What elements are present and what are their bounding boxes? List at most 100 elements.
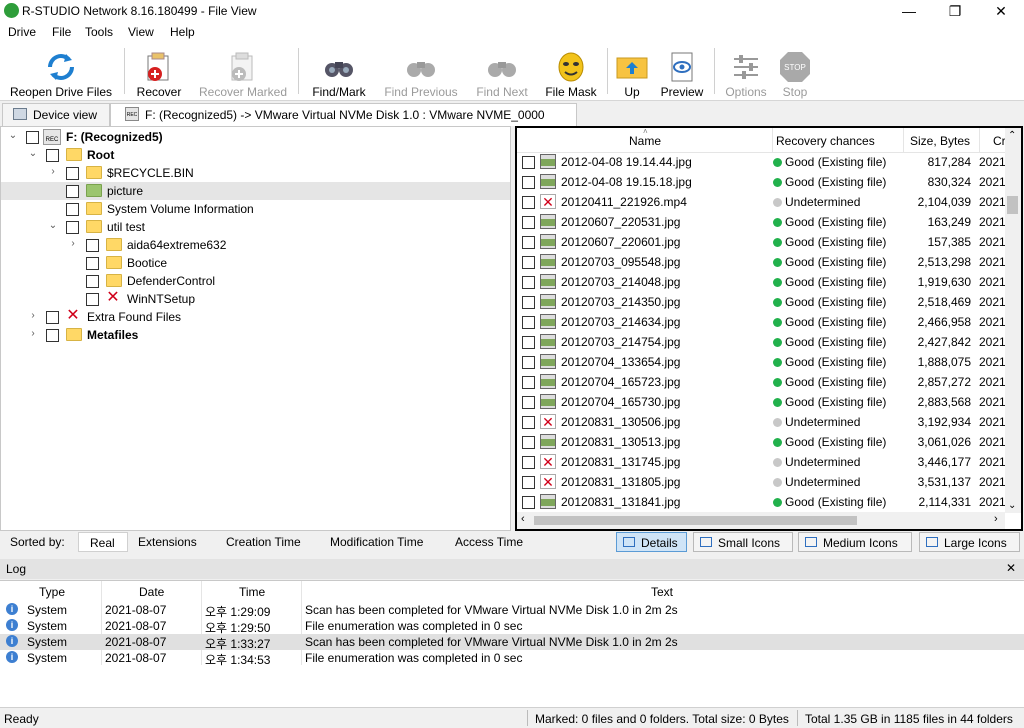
file-row[interactable]: 2012-04-08 19.14.44.jpg Good (Existing fi… (517, 152, 1021, 172)
file-row[interactable]: ✕ 20120411_221926.mp4 Undetermined 2,104,03… (517, 192, 1021, 212)
expand-icon[interactable]: › (27, 328, 39, 340)
file-row[interactable]: 20120703_095548.jpg Good (Existing file) 2… (517, 252, 1021, 272)
stop-button[interactable]: STOP Stop (774, 46, 816, 100)
tree-checkbox[interactable] (66, 185, 79, 198)
find-mark-button[interactable]: Find/Mark (306, 46, 372, 100)
log-row[interactable]: i System 2021-08-07 오후 1:29:50 File enumerat… (0, 618, 1024, 635)
log-row[interactable]: i System 2021-08-07 오후 1:29:09 Scan has been… (0, 602, 1024, 619)
sort-creation-time[interactable]: Creation Time (218, 532, 318, 552)
collapse-icon[interactable]: ⌄ (27, 148, 39, 160)
file-checkbox[interactable] (522, 156, 535, 169)
view-details-button[interactable]: Details (616, 532, 687, 552)
file-checkbox[interactable] (522, 256, 535, 269)
file-row[interactable]: 20120703_214350.jpg Good (Existing file) 2… (517, 292, 1021, 312)
sort-real[interactable]: Real (78, 532, 128, 552)
file-row[interactable]: 20120831_130513.jpg Good (Existing file) 3… (517, 432, 1021, 452)
scroll-thumb[interactable] (534, 516, 857, 525)
log-column-text[interactable]: Text (651, 585, 673, 599)
find-next-button[interactable]: Find Next (470, 46, 534, 100)
tree-checkbox[interactable] (66, 221, 79, 234)
file-mask-button[interactable]: File Mask (540, 46, 602, 100)
tree-checkbox[interactable] (66, 167, 79, 180)
tree-item-system-volume-information[interactable]: System Volume Information (1, 200, 510, 218)
file-row[interactable]: 20120703_214634.jpg Good (Existing file) 2… (517, 312, 1021, 332)
tab-file-view[interactable]: REC F: (Recognized5) -> VMware Virtual N… (110, 103, 577, 126)
file-checkbox[interactable] (522, 296, 535, 309)
reopen-drive-files-button[interactable]: Reopen Drive Files (4, 46, 118, 100)
find-previous-button[interactable]: Find Previous (378, 46, 464, 100)
file-checkbox[interactable] (522, 356, 535, 369)
sort-extensions[interactable]: Extensions (130, 532, 216, 552)
file-checkbox[interactable] (522, 216, 535, 229)
expand-icon[interactable]: › (47, 166, 59, 178)
file-checkbox[interactable] (522, 376, 535, 389)
expand-icon[interactable]: › (27, 310, 39, 322)
log-row[interactable]: i System 2021-08-07 오후 1:34:53 File enumerat… (0, 650, 1024, 667)
menu-view[interactable]: View (128, 25, 154, 39)
tree-checkbox[interactable] (46, 311, 59, 324)
file-row[interactable]: 2012-04-08 19.15.18.jpg Good (Existing fi… (517, 172, 1021, 192)
file-row[interactable]: 20120607_220531.jpg Good (Existing file) 1… (517, 212, 1021, 232)
log-column-time[interactable]: Time (239, 585, 265, 599)
scroll-thumb[interactable] (1007, 196, 1018, 214)
scroll-right-icon[interactable]: › (994, 513, 998, 525)
tree-item-recycle-bin[interactable]: › $RECYCLE.BIN (1, 164, 510, 182)
column-name[interactable]: Name (629, 134, 661, 148)
horizontal-scrollbar[interactable]: ‹ › (517, 512, 1005, 529)
log-row[interactable]: i System 2021-08-07 오후 1:33:27 Scan has been… (0, 634, 1024, 651)
tree-item-winntsetup[interactable]: ✕ WinNTSetup (1, 290, 510, 308)
close-button[interactable]: ✕ (978, 0, 1024, 22)
column-created[interactable]: Cr (993, 134, 1006, 148)
sort-modification-time[interactable]: Modification Time (322, 532, 442, 552)
file-checkbox[interactable] (522, 276, 535, 289)
recover-button[interactable]: Recover (132, 46, 186, 100)
file-row[interactable]: 20120704_165723.jpg Good (Existing file) 2… (517, 372, 1021, 392)
file-row[interactable]: ✕ 20120831_131745.jpg Undetermined 3,446,17… (517, 452, 1021, 472)
collapse-icon[interactable]: ⌄ (7, 130, 19, 142)
file-checkbox[interactable] (522, 436, 535, 449)
minimize-button[interactable]: — (886, 0, 932, 22)
file-checkbox[interactable] (522, 416, 535, 429)
file-checkbox[interactable] (522, 476, 535, 489)
scroll-up-icon[interactable]: ⌃ (1008, 130, 1016, 141)
file-checkbox[interactable] (522, 456, 535, 469)
file-row[interactable]: ✕ 20120831_131805.jpg Undetermined 3,531,13… (517, 472, 1021, 492)
file-row[interactable]: 20120831_131841.jpg Good (Existing file) 2… (517, 492, 1021, 512)
file-row[interactable]: 20120704_133654.jpg Good (Existing file) 1… (517, 352, 1021, 372)
scroll-left-icon[interactable]: ‹ (521, 513, 525, 525)
collapse-icon[interactable]: ⌄ (47, 220, 59, 232)
tree-checkbox[interactable] (46, 329, 59, 342)
tree-checkbox[interactable] (26, 131, 39, 144)
column-size[interactable]: Size, Bytes (910, 134, 970, 148)
menu-file[interactable]: File (52, 25, 71, 39)
view-medium-icons-button[interactable]: Medium Icons (798, 532, 912, 552)
column-recovery-chances[interactable]: Recovery chances (776, 134, 875, 148)
file-row[interactable]: 20120607_220601.jpg Good (Existing file) 1… (517, 232, 1021, 252)
file-checkbox[interactable] (522, 316, 535, 329)
tree-item-root[interactable]: ⌄ Root (1, 146, 510, 164)
file-checkbox[interactable] (522, 196, 535, 209)
file-row[interactable]: 20120704_165730.jpg Good (Existing file) 2… (517, 392, 1021, 412)
tree-checkbox[interactable] (86, 239, 99, 252)
log-column-date[interactable]: Date (139, 585, 164, 599)
file-checkbox[interactable] (522, 396, 535, 409)
up-button[interactable]: Up (612, 46, 652, 100)
view-small-icons-button[interactable]: Small Icons (693, 532, 793, 552)
maximize-button[interactable]: ❐ (932, 0, 978, 22)
menu-tools[interactable]: Tools (85, 25, 113, 39)
tree-item-picture[interactable]: picture (1, 182, 510, 200)
file-checkbox[interactable] (522, 336, 535, 349)
recover-marked-button[interactable]: Recover Marked (194, 46, 292, 100)
expand-icon[interactable]: › (67, 238, 79, 250)
tree-item-extra-found-files[interactable]: › ✕ Extra Found Files (1, 308, 510, 326)
tree-checkbox[interactable] (46, 149, 59, 162)
sort-access-time[interactable]: Access Time (447, 532, 537, 552)
vertical-scrollbar[interactable]: ⌃ ⌄ (1005, 128, 1021, 513)
view-large-icons-button[interactable]: Large Icons (919, 532, 1020, 552)
tree-checkbox[interactable] (66, 203, 79, 216)
file-checkbox[interactable] (522, 176, 535, 189)
tab-device-view[interactable]: Device view (2, 103, 110, 126)
log-column-type[interactable]: Type (39, 585, 65, 599)
tree-item-metafiles[interactable]: › Metafiles (1, 326, 510, 344)
preview-button[interactable]: Preview (656, 46, 708, 100)
